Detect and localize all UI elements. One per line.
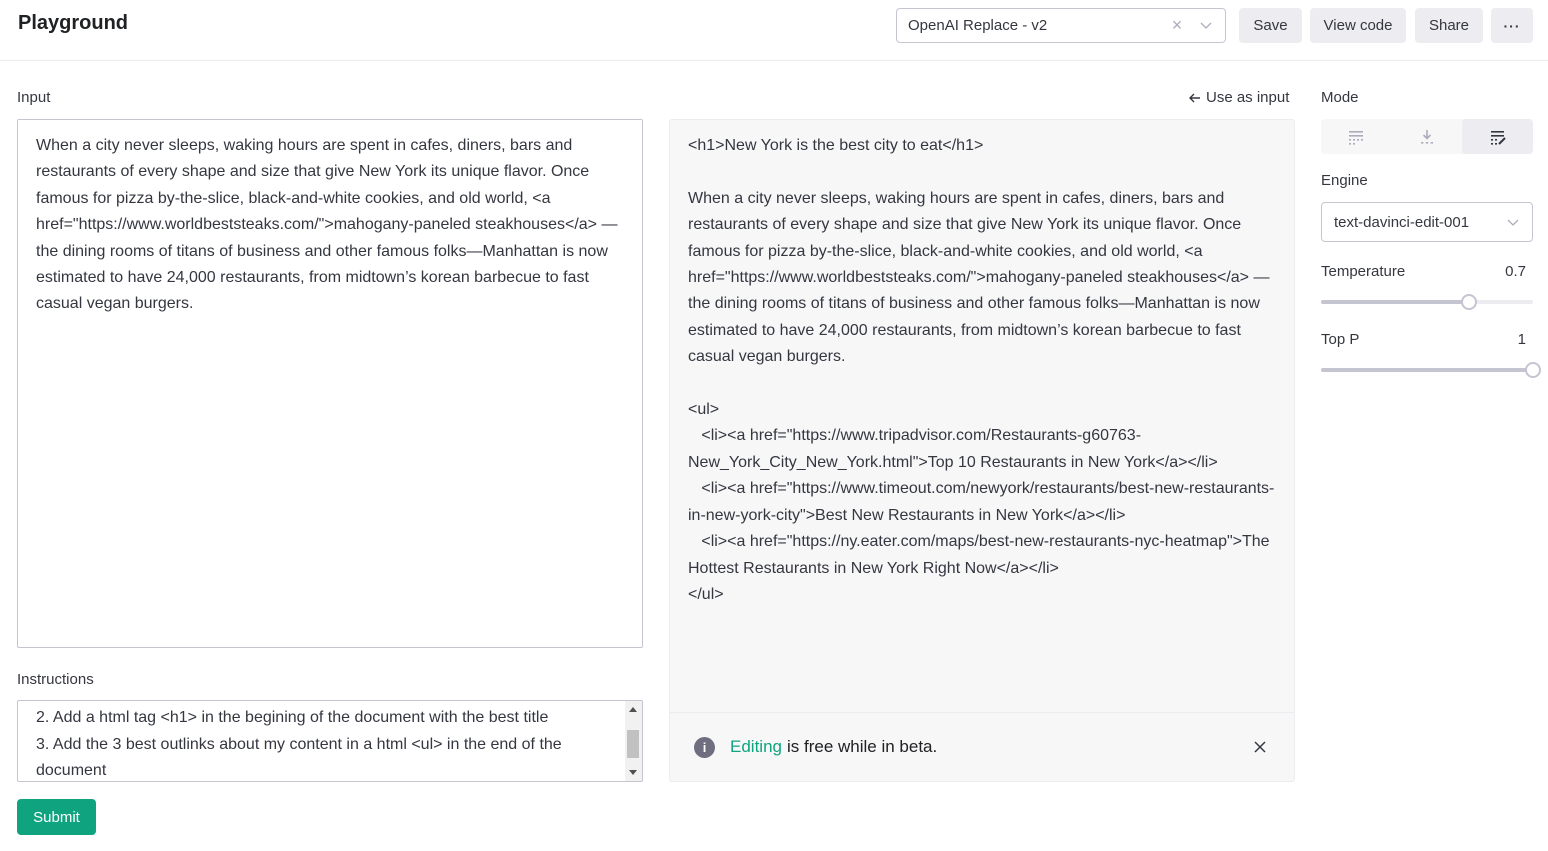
input-label: Input [17,89,51,106]
mode-insert-button[interactable] [1392,119,1463,154]
mode-edit-button[interactable] [1462,119,1534,154]
complete-icon [1349,130,1364,145]
mode-complete-button[interactable] [1321,119,1392,154]
info-icon: i [694,736,715,758]
instructions-label: Instructions [17,671,94,688]
instructions-scrollbar[interactable] [625,701,642,781]
temperature-slider[interactable] [1321,294,1533,310]
mode-label: Mode [1321,89,1359,106]
top-p-value[interactable]: 1 [1480,331,1526,348]
arrow-left-icon [1189,93,1200,102]
save-button[interactable]: Save [1239,8,1302,43]
clear-preset-icon[interactable]: × [1169,16,1185,34]
use-as-input-label: Use as input [1206,89,1290,106]
engine-label: Engine [1321,172,1368,189]
top-p-label: Top P [1321,331,1360,348]
engine-value: text-davinci-edit-001 [1334,213,1470,231]
notice-text: is free while in beta. [786,737,938,756]
scroll-up-arrow-icon[interactable] [629,707,637,712]
insert-icon [1421,129,1433,144]
top-p-slider-fill [1321,368,1533,372]
use-as-input-button[interactable]: Use as input [1188,89,1289,106]
input-textarea[interactable]: When a city never sleeps, waking hours a… [17,119,643,648]
beta-notice: i Editing is free while in beta. [670,712,1294,781]
temperature-slider-handle[interactable] [1461,294,1478,310]
temperature-slider-fill [1321,300,1470,304]
submit-button[interactable]: Submit [17,799,96,835]
preset-value: OpenAI Replace - v2 [908,17,1048,34]
output-text: <h1>New York is the best city to eat</h1… [688,137,1275,603]
engine-select[interactable]: text-davinci-edit-001 [1321,202,1533,242]
scroll-down-arrow-icon[interactable] [629,770,637,775]
output-panel: <h1>New York is the best city to eat</h1… [669,119,1295,782]
share-button[interactable]: Share [1415,8,1483,43]
mode-selector [1321,119,1534,154]
scrollbar-thumb[interactable] [627,730,639,758]
top-p-slider-handle[interactable] [1525,362,1541,378]
notice-link[interactable]: Editing [730,737,782,757]
instructions-textarea[interactable]: 1. Add a description 2. Add a html tag <… [17,700,643,782]
temperature-label: Temperature [1321,263,1406,280]
edit-icon [1490,130,1506,145]
chevron-down-icon[interactable] [1199,18,1213,32]
preset-select[interactable]: OpenAI Replace - v2 × [896,8,1226,43]
close-icon[interactable] [1252,739,1268,755]
more-options-button[interactable]: ··· [1491,8,1533,43]
chevron-down-icon [1507,219,1519,226]
page-title: Playground [18,12,129,34]
temperature-value[interactable]: 0.7 [1480,263,1526,280]
top-bar: Playground OpenAI Replace - v2 × Save Vi… [0,0,1548,61]
top-p-slider[interactable] [1321,362,1541,378]
instructions-text[interactable]: 1. Add a description 2. Add a html tag <… [18,701,642,781]
view-code-button[interactable]: View code [1310,8,1406,43]
